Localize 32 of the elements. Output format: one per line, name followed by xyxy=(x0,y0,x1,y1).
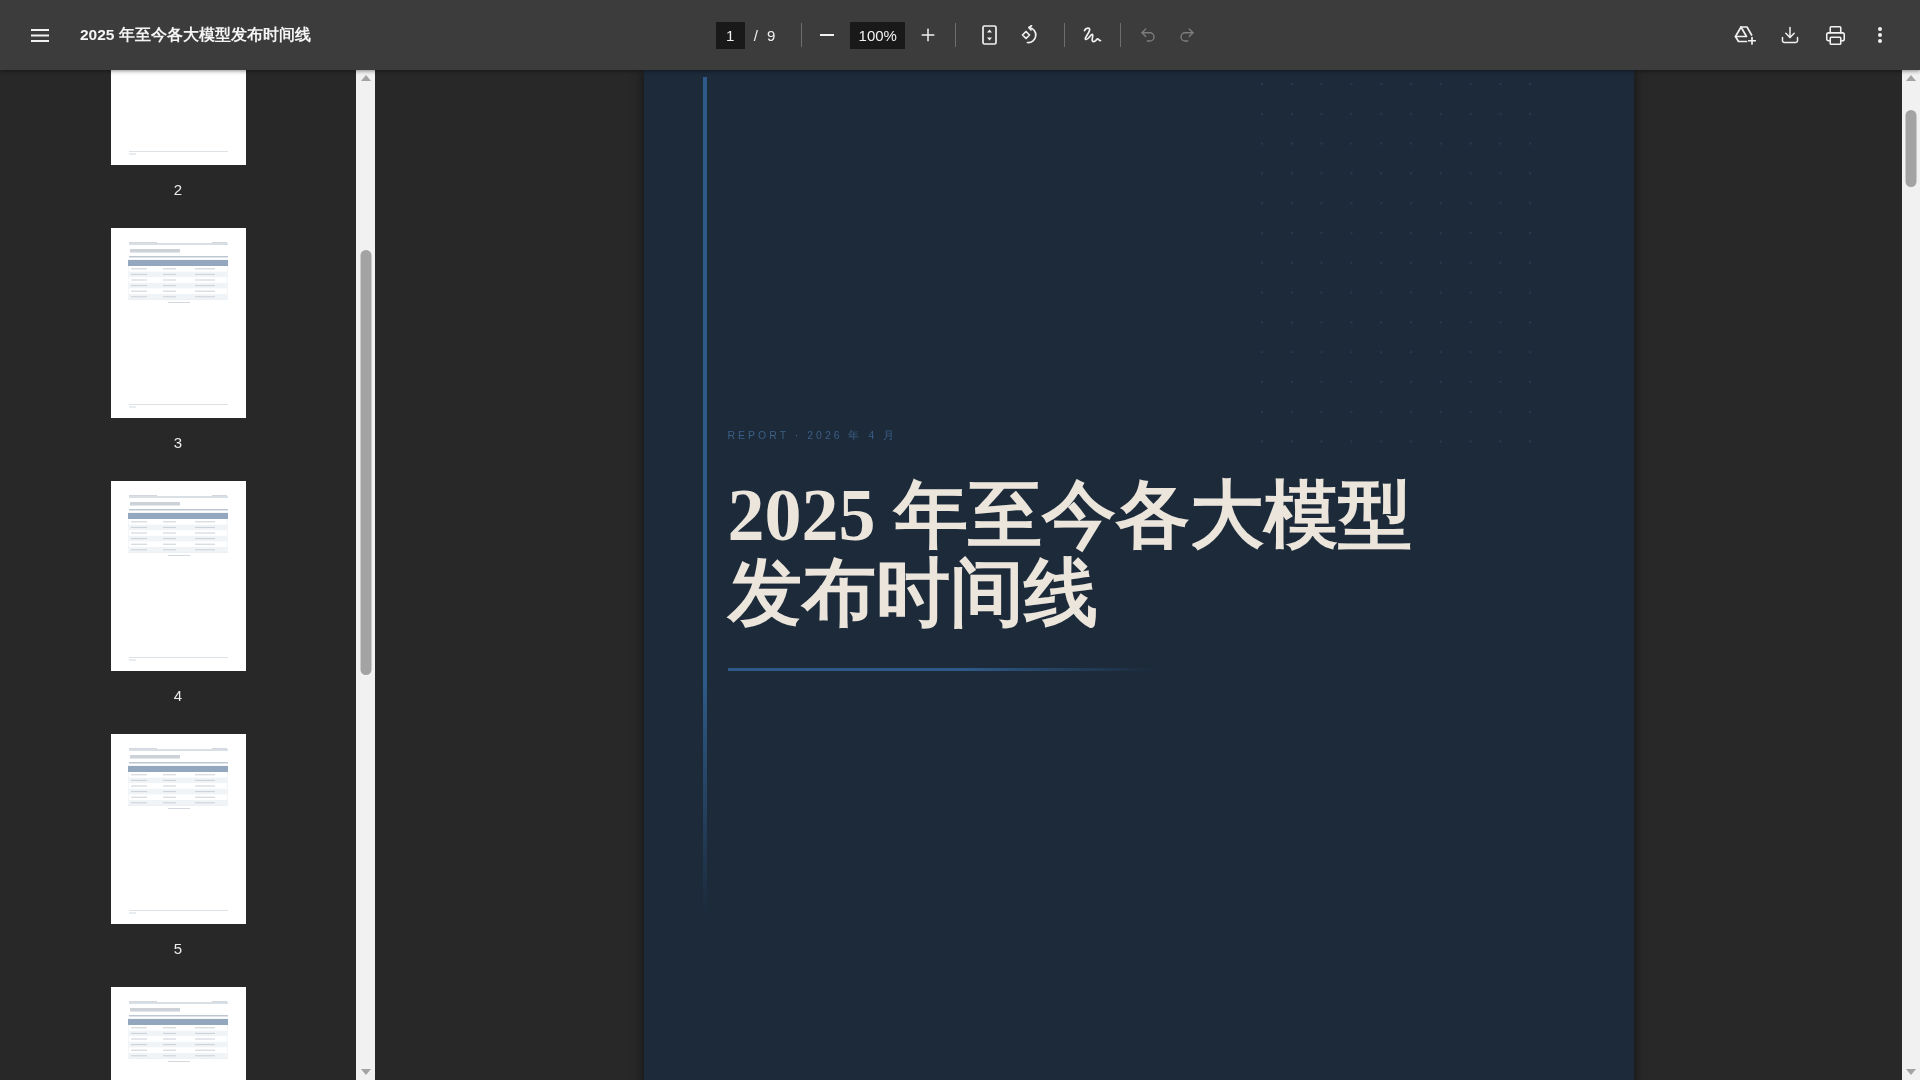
scroll-up-icon[interactable] xyxy=(1906,75,1916,81)
page-thumbnail[interactable] xyxy=(110,228,246,418)
cover-title: 2025 年至今各大模型发布时间线 xyxy=(727,476,1413,632)
page-total: 9 xyxy=(766,26,776,44)
page-number-field[interactable]: 1 xyxy=(715,21,745,49)
download-icon xyxy=(1780,25,1800,45)
more-icon xyxy=(1878,27,1882,43)
page-number-label: 4 xyxy=(173,686,183,706)
menu-icon xyxy=(31,28,49,42)
undo-icon xyxy=(1139,26,1158,44)
scrollbar-thumb[interactable] xyxy=(1905,110,1917,187)
main-scrollbar[interactable] xyxy=(1902,70,1920,1080)
page-separator: / xyxy=(753,26,758,44)
page-number-label: 2 xyxy=(173,180,183,200)
fit-page-icon xyxy=(981,25,997,45)
pen-squiggle-icon xyxy=(1082,26,1103,44)
page-number-label: 5 xyxy=(173,939,183,959)
minus-icon xyxy=(820,34,835,36)
file-title: 2025 年至今各大模型发布时间线 xyxy=(80,24,311,45)
print-icon xyxy=(1824,24,1846,46)
sidebar-scrollbar[interactable] xyxy=(356,70,375,1080)
page-thumbnail[interactable] xyxy=(110,481,246,671)
page-number-label: 3 xyxy=(173,433,183,453)
report-date-label: REPORT · 2026 年 4 月 xyxy=(727,428,898,442)
scroll-up-icon[interactable] xyxy=(360,75,371,81)
page-thumbnail[interactable] xyxy=(110,734,246,924)
scrollbar-thumb[interactable] xyxy=(360,250,371,675)
redo-icon xyxy=(1178,26,1197,44)
triangle-plus-icon xyxy=(1734,25,1756,45)
zoom-field[interactable]: 100% xyxy=(850,21,906,49)
scroll-down-icon[interactable] xyxy=(360,1069,371,1075)
scroll-down-icon[interactable] xyxy=(1906,1069,1916,1075)
